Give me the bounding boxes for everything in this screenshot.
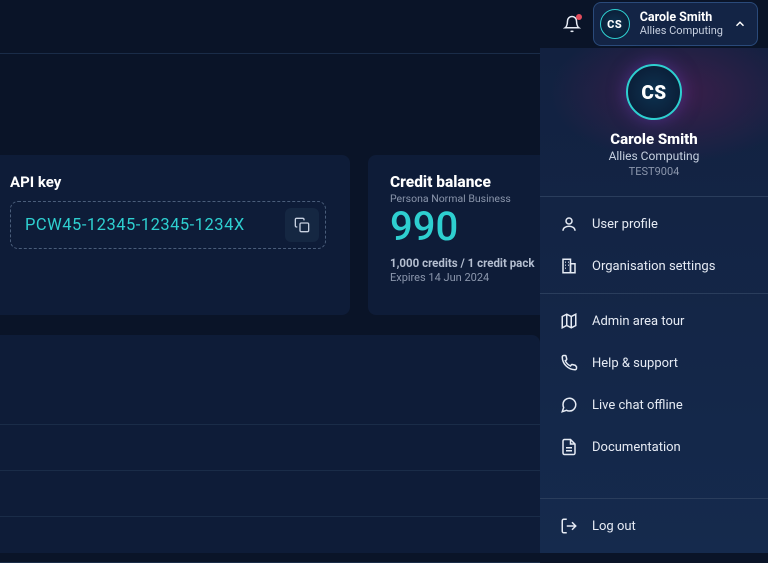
menu-item-label: Live chat offline	[592, 398, 683, 413]
menu-item-live-chat[interactable]: Live chat offline	[540, 384, 768, 426]
avatar-small: CS	[600, 9, 630, 39]
lower-panel	[0, 335, 540, 553]
api-key-card: API key PCW45-12345-12345-1234X	[0, 155, 350, 315]
api-key-box: PCW45-12345-12345-1234X	[10, 201, 326, 249]
copy-icon	[294, 217, 310, 233]
menu-user-header: CS Carole Smith Allies Computing TEST900…	[540, 48, 768, 196]
menu-item-logout[interactable]: Log out	[540, 505, 768, 547]
chevron-up-icon	[733, 17, 747, 31]
menu-user-org: Allies Computing	[609, 149, 700, 163]
menu-group-logout: Log out	[540, 499, 768, 553]
menu-item-label: Documentation	[592, 440, 681, 455]
menu-item-user-profile[interactable]: User profile	[540, 203, 768, 245]
menu-group-2: Admin area tour Help & support Live chat…	[540, 294, 768, 474]
user-menu-toggle[interactable]: CS Carole Smith Allies Computing	[593, 2, 758, 46]
list-item	[0, 425, 540, 471]
chip-user-org: Allies Computing	[640, 25, 723, 37]
building-icon	[560, 257, 578, 275]
list-item	[0, 517, 540, 563]
user-icon	[560, 215, 578, 233]
menu-group-1: User profile Organisation settings	[540, 197, 768, 293]
chat-icon	[560, 396, 578, 414]
top-header: CS Carole Smith Allies Computing	[0, 0, 768, 48]
api-key-title: API key	[10, 173, 340, 191]
chip-user-name: Carole Smith	[640, 11, 723, 25]
avatar-large: CS	[626, 64, 682, 120]
menu-item-admin-tour[interactable]: Admin area tour	[540, 300, 768, 342]
user-dropdown-menu: CS Carole Smith Allies Computing TEST900…	[540, 48, 768, 553]
menu-item-help-support[interactable]: Help & support	[540, 342, 768, 384]
menu-item-label: Organisation settings	[592, 259, 715, 274]
list-item	[0, 335, 540, 425]
menu-item-label: Admin area tour	[592, 314, 684, 329]
document-icon	[560, 438, 578, 456]
api-key-value: PCW45-12345-12345-1234X	[25, 216, 245, 235]
copy-api-key-button[interactable]	[285, 208, 319, 242]
notifications-button[interactable]	[563, 15, 581, 33]
map-icon	[560, 312, 578, 330]
notification-dot-icon	[576, 14, 582, 20]
logout-icon	[560, 517, 578, 535]
menu-item-label: Help & support	[592, 356, 678, 371]
menu-item-label: User profile	[592, 217, 658, 232]
user-chip-text: Carole Smith Allies Computing	[640, 11, 723, 37]
phone-icon	[560, 354, 578, 372]
menu-user-code: TEST9004	[629, 165, 680, 178]
list-item	[0, 471, 540, 517]
menu-item-organisation-settings[interactable]: Organisation settings	[540, 245, 768, 287]
menu-item-label: Log out	[592, 519, 636, 534]
menu-item-documentation[interactable]: Documentation	[540, 426, 768, 468]
menu-user-name: Carole Smith	[610, 130, 697, 148]
